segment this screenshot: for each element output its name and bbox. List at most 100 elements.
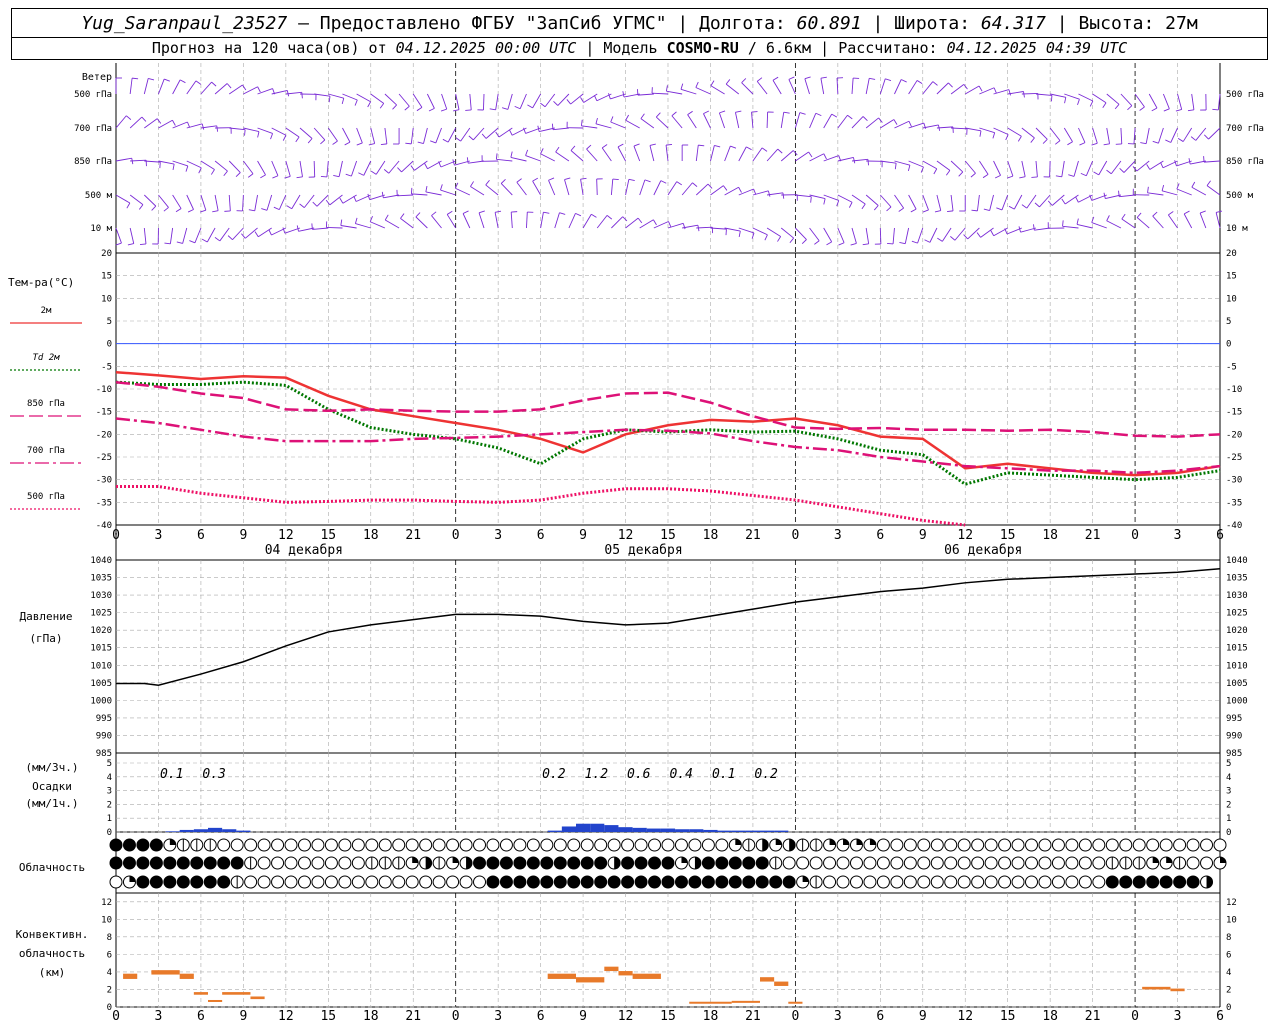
cloud-symbol [661,875,675,889]
hour-label-bottom: 6 [537,1009,545,1024]
wind-barb [115,227,122,244]
prec-tick-label: 1 [107,814,112,824]
cloud-symbol [809,856,823,870]
pres-tick-label: 985 [96,749,112,759]
wind-barb-flag [772,76,779,81]
hour-label: 9 [579,528,587,543]
cloud-circle [486,875,500,889]
wind-barb [695,87,711,95]
temp-tick-label-right: 15 [1226,272,1237,282]
wind-barb-flag [1067,141,1073,146]
wind-barb [756,81,768,95]
cloud-circle [284,875,298,889]
wind-barb-flag [176,241,183,244]
cloud-circle [944,838,958,852]
wind-barb [1035,127,1048,140]
wind-barb [695,145,699,162]
cloud-circle [526,875,540,889]
cloud-symbol [257,838,271,852]
wind-barb [929,227,938,243]
hour-label-bottom: 15 [660,1009,676,1024]
cloud-circle [594,856,608,870]
wind-barb [596,178,598,196]
cloud-symbol [715,856,729,870]
wind-barb-flag [284,175,291,179]
wind-barb [400,218,414,229]
cloud-circle [1200,838,1214,852]
cloud-circle [957,856,971,870]
cloud-circle [1051,875,1065,889]
conv-tick-label-right: 4 [1226,968,1231,978]
cloud-symbol [446,838,460,852]
cloud-symbol [1186,856,1200,870]
cloud-symbol [338,875,352,889]
wind-barb-flag [384,214,389,221]
cloud-circle [944,856,958,870]
wind-barb [752,147,763,162]
temp-tick-label: 0 [107,340,112,350]
wind-barb-flag [1102,102,1107,108]
wind-barb [1148,93,1158,109]
wind-barb [158,119,173,129]
wind-barb-flag [580,119,583,126]
wind-barb [426,93,435,109]
cloud-symbol [769,838,783,852]
cloud-symbol [338,856,352,870]
hour-label-bottom: 3 [155,1009,163,1024]
cloud-symbol [728,838,742,852]
wind-barb-flag [676,181,682,186]
wind-barb [1120,127,1123,145]
wind-barb-flag [453,109,460,112]
cloud-circle [890,875,904,889]
cloud-circle [217,838,231,852]
day-label: 06 декабря [944,543,1022,558]
pres-tick-label: 1035 [90,574,112,584]
cloud-symbol [594,838,608,852]
wind-barb [908,80,918,95]
wind-barb [993,227,1008,237]
precip-3h-label: 0.2 [542,767,566,782]
wind-barb-flag [307,138,313,144]
cloud-circle [446,875,460,889]
wind-barb [639,219,654,229]
cloud-symbol [540,875,554,889]
wind-barb [809,227,820,242]
cloud-symbol [957,856,971,870]
cloud-symbol [109,838,123,852]
wind-barb [904,227,910,244]
wind-barb-flag [703,110,710,115]
wind-barb [342,127,351,143]
conv-segment [547,973,576,979]
precip-3h-label: 0.1 [712,767,735,782]
wind-barb-flag [625,114,630,121]
cloud-symbol [580,875,594,889]
wind-barb [415,216,428,229]
wind-barb-flag [345,173,352,177]
cloud-symbol [540,838,554,852]
cloud-half [694,857,701,869]
wind-barb [582,214,592,229]
wind-barb-flag [847,114,853,120]
precip-bar [675,829,690,832]
cloud-symbol [917,875,931,889]
wind-barb [494,212,499,229]
wind-barb [922,160,937,170]
wind-barb-flag [295,136,300,143]
cloud-circle [486,856,500,870]
cloud-circle [499,856,513,870]
wind-barb-flag [1136,212,1142,218]
wind-barb-flag [575,212,582,217]
cloud-circle [540,856,554,870]
cloud-circle [930,856,944,870]
wind-barb [941,227,952,242]
wind-barb [1121,218,1136,229]
wind-barb-flag [341,98,345,105]
wind-barb [455,187,471,196]
cloud-symbol [769,856,783,870]
cloud-circle [271,875,285,889]
wind-barb [823,113,833,129]
wind-barb [462,213,471,229]
cloud-circle [1078,838,1092,852]
temp-tick-label: -30 [96,476,112,486]
cloud-symbol [674,875,688,889]
